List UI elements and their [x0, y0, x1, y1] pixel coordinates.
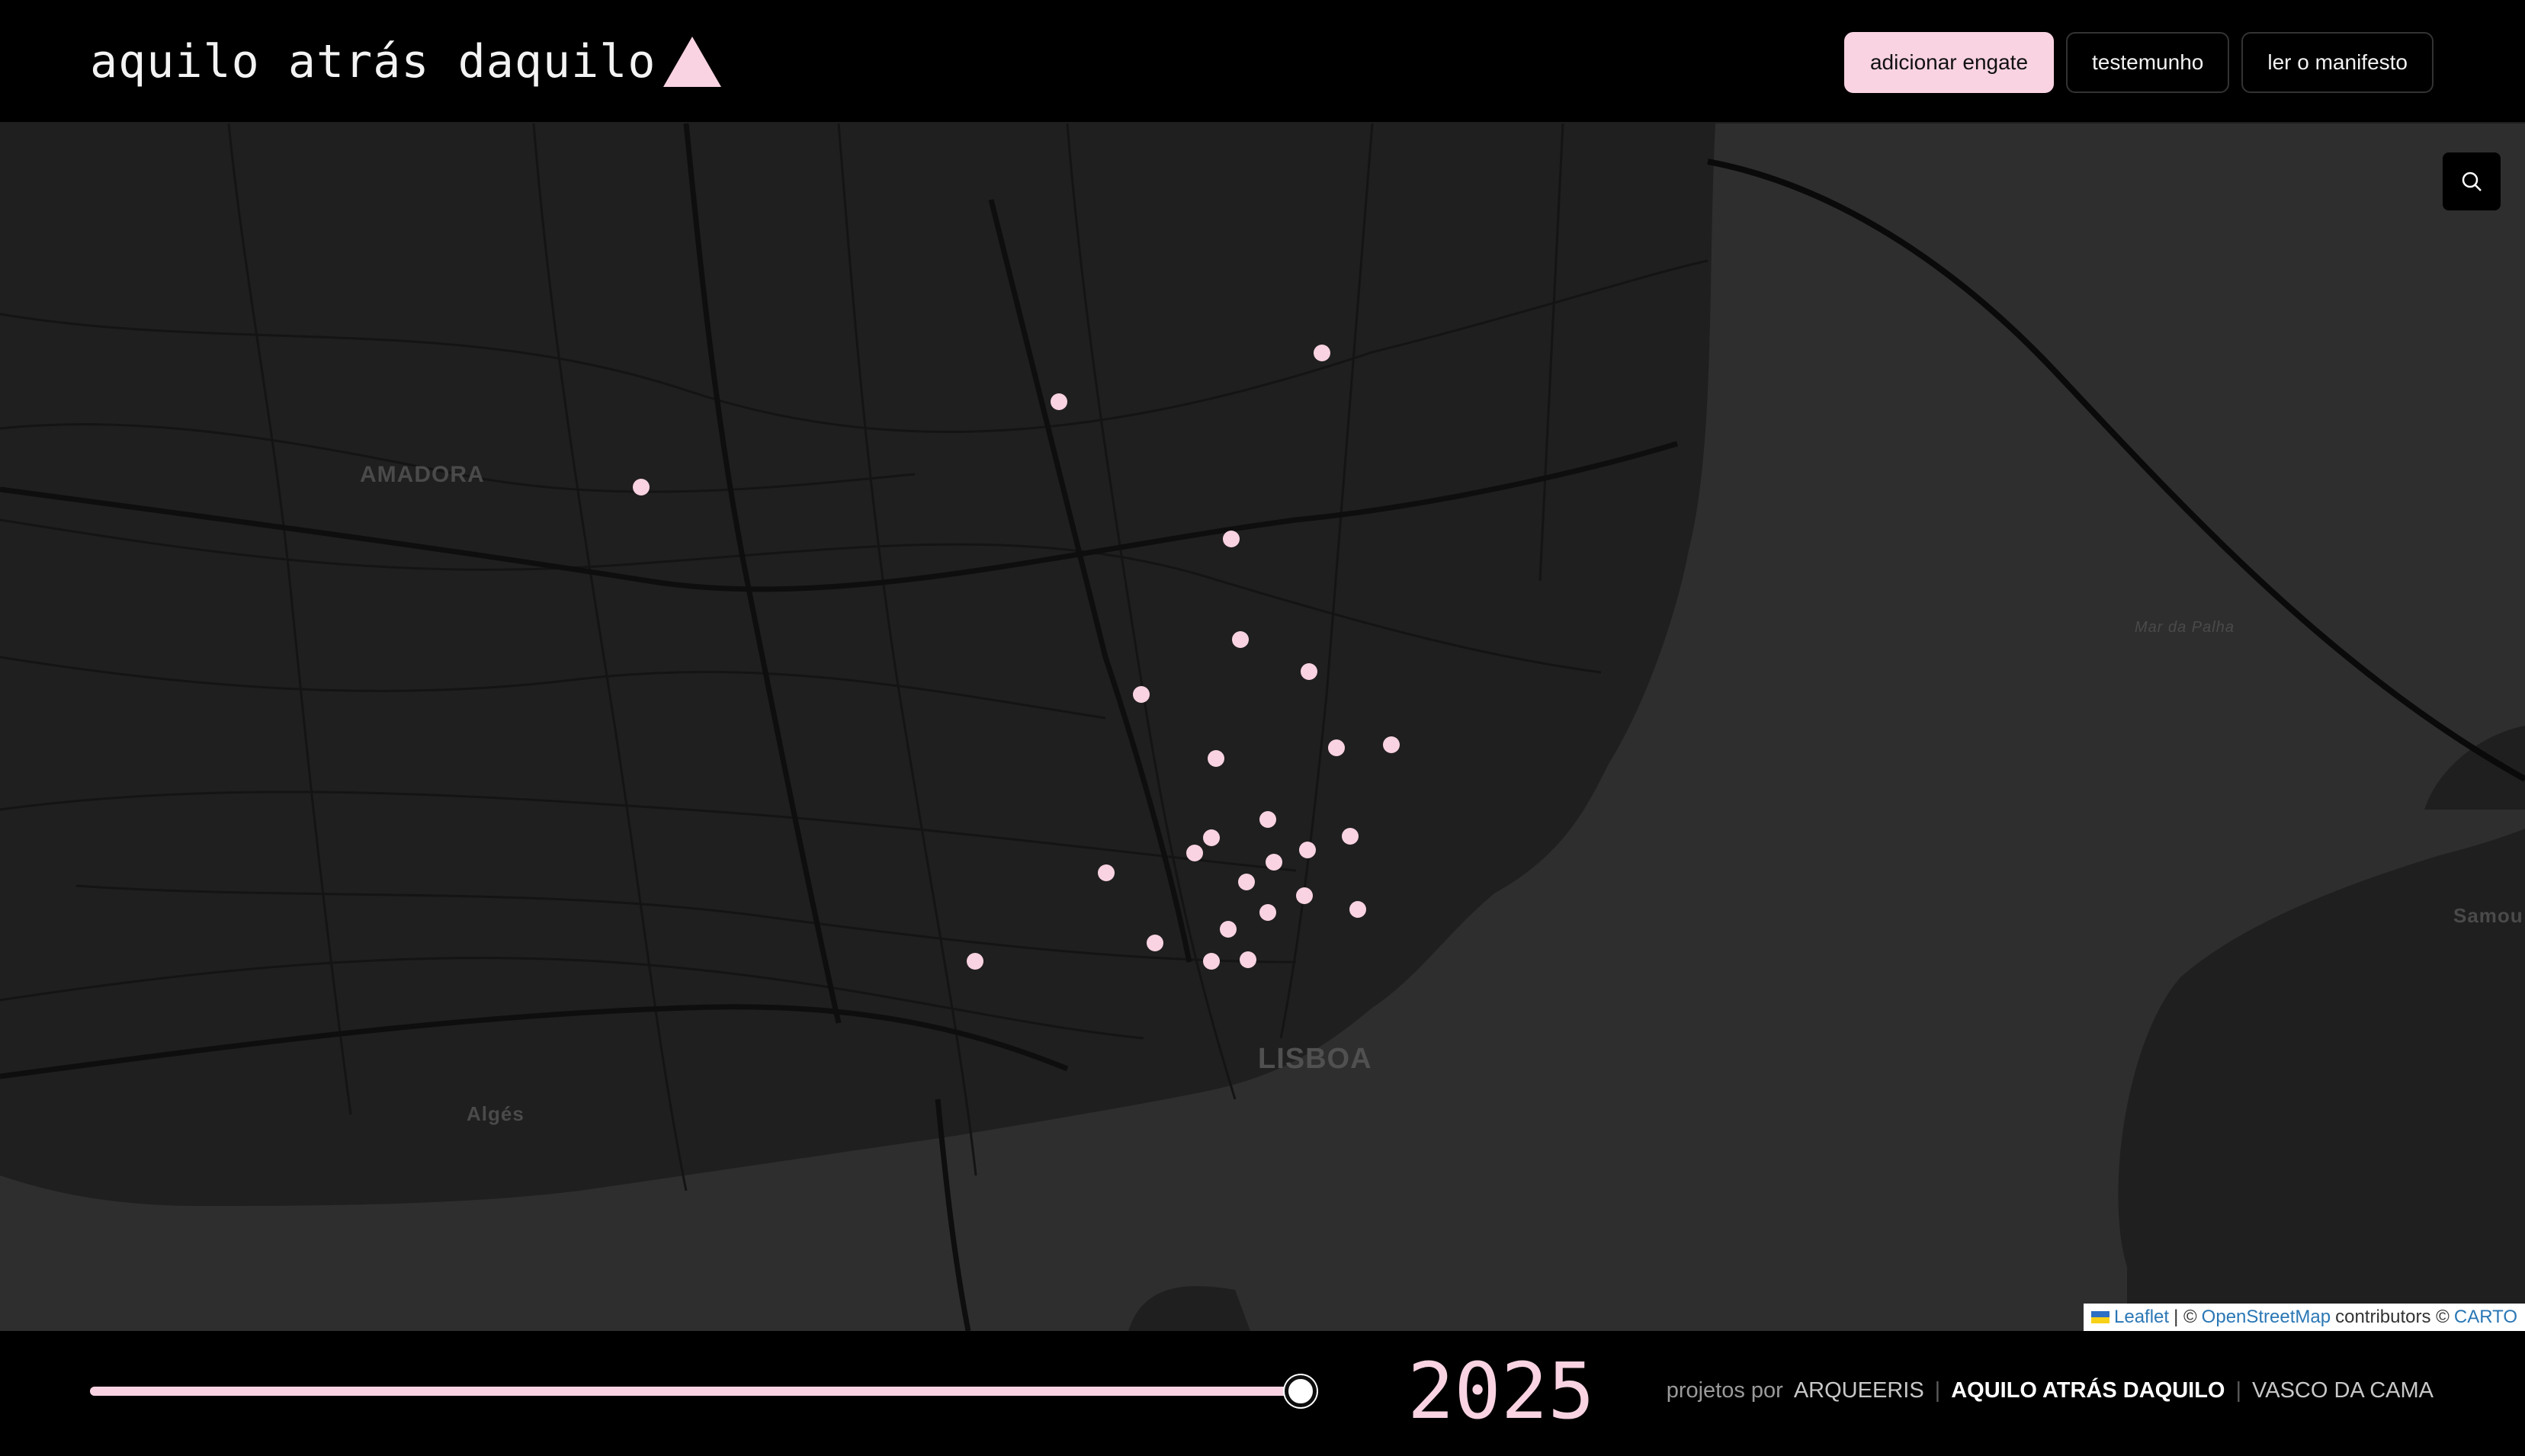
map-search-button[interactable]: [2443, 152, 2501, 210]
year-display: 2025: [1407, 1346, 1595, 1437]
project-link-arqueeris[interactable]: ARQUEERIS: [1794, 1378, 1924, 1403]
map-marker[interactable]: [633, 479, 650, 495]
map-markers: [633, 345, 1400, 970]
map-marker[interactable]: [1208, 750, 1224, 767]
map-marker[interactable]: [1133, 686, 1150, 703]
project-link-aquilo[interactable]: AQUILO ATRÁS DAQUILO: [1951, 1378, 2225, 1403]
map-marker[interactable]: [1223, 531, 1240, 547]
map-marker[interactable]: [1328, 739, 1345, 756]
map-marker[interactable]: [1349, 901, 1366, 918]
map-marker[interactable]: [967, 953, 983, 970]
logo-text: aquilo atrás daquilo: [90, 35, 656, 88]
map-marker[interactable]: [1314, 345, 1330, 361]
add-engate-button[interactable]: adicionar engate: [1843, 32, 2055, 93]
osm-link[interactable]: OpenStreetMap: [2202, 1307, 2331, 1328]
triangle-logo-icon: [663, 37, 722, 87]
credits-prefix: projetos por: [1666, 1378, 1783, 1403]
map-marker[interactable]: [1301, 663, 1317, 680]
year-slider-thumb[interactable]: [1285, 1375, 1317, 1407]
leaflet-link[interactable]: Leaflet: [2114, 1307, 2169, 1328]
carto-link[interactable]: CARTO: [2454, 1307, 2517, 1328]
manifesto-button[interactable]: ler o manifesto: [2241, 32, 2434, 93]
map-marker[interactable]: [1383, 736, 1400, 753]
top-header: aquilo atrás daquilo adicionar engate te…: [0, 0, 2525, 123]
header-nav: adicionar engate testemunho ler o manife…: [1843, 32, 2434, 93]
map-marker[interactable]: [1342, 828, 1359, 845]
year-slider-fill: [90, 1387, 1301, 1396]
map-marker[interactable]: [1098, 864, 1115, 881]
map-marker[interactable]: [1299, 842, 1316, 858]
attribution-sep: | ©: [2174, 1307, 2197, 1327]
footer-credits: projetos por ARQUEERIS | AQUILO ATRÁS DA…: [1667, 1378, 2434, 1403]
map-marker[interactable]: [1296, 887, 1313, 904]
map-view[interactable]: AMADORA LISBOA Algés Samou Mar da Palha …: [0, 123, 2525, 1331]
credits-separator: |: [1934, 1378, 1941, 1403]
map-attribution: Leaflet | © OpenStreetMap contributors ©…: [2084, 1304, 2525, 1331]
map-marker[interactable]: [1051, 393, 1067, 410]
map-marker[interactable]: [1186, 845, 1203, 861]
testimony-button[interactable]: testemunho: [2066, 32, 2230, 93]
map-marker[interactable]: [1220, 921, 1237, 938]
ukraine-flag-icon: [2091, 1311, 2110, 1323]
map-marker[interactable]: [1259, 904, 1276, 921]
map-marker[interactable]: [1266, 854, 1282, 871]
map-marker[interactable]: [1203, 953, 1220, 970]
project-link-vasco-da-cama[interactable]: VASCO DA CAMA: [2252, 1378, 2434, 1403]
map-marker[interactable]: [1147, 935, 1163, 951]
map-marker[interactable]: [1259, 811, 1276, 828]
search-icon: [2462, 172, 2482, 191]
credits-separator: |: [2235, 1378, 2242, 1403]
logo[interactable]: aquilo atrás daquilo: [90, 29, 723, 95]
map-marker[interactable]: [1238, 874, 1255, 890]
map-marker[interactable]: [1203, 829, 1220, 846]
map-marker[interactable]: [1240, 951, 1256, 968]
attribution-contributors: contributors ©: [2335, 1307, 2450, 1327]
map-marker[interactable]: [1232, 631, 1249, 648]
year-slider-track[interactable]: [90, 1387, 1301, 1396]
